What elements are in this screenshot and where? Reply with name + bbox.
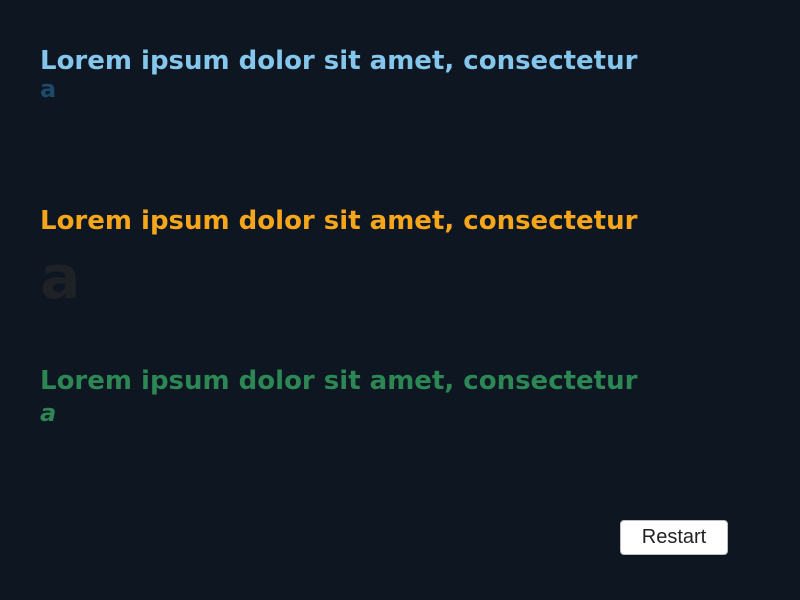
trailing-letter-blue: a	[40, 75, 57, 103]
restart-button[interactable]: Restart	[620, 520, 728, 555]
text-line-green: Lorem ipsum dolor sit amet, consectetur	[40, 366, 638, 396]
animation-canvas: Lorem ipsum dolor sit amet, consectetur …	[0, 0, 800, 600]
text-line-blue: Lorem ipsum dolor sit amet, consectetur	[40, 46, 638, 76]
trailing-letter-orange: a	[40, 243, 81, 313]
text-line-orange: Lorem ipsum dolor sit amet, consectetur	[40, 206, 638, 236]
trailing-letter-green: a	[40, 399, 57, 427]
